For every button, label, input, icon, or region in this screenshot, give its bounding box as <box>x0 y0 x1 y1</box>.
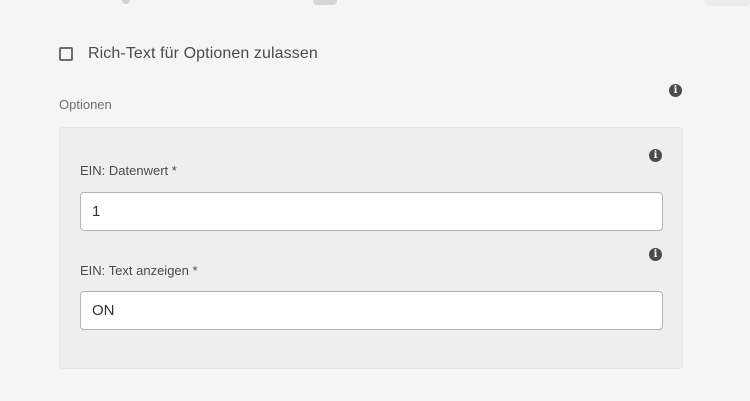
rich-text-options-checkbox[interactable] <box>59 47 73 61</box>
scrolled-off-content-fragment <box>313 0 337 5</box>
options-section-label: Optionen <box>59 97 112 112</box>
scrolled-off-content-fragment <box>705 0 750 6</box>
info-icon[interactable]: i <box>649 149 662 162</box>
rich-text-options-label: Rich-Text für Optionen zulassen <box>88 45 318 62</box>
info-icon[interactable]: i <box>649 248 662 261</box>
on-data-value-label: EIN: Datenwert * <box>80 163 177 178</box>
rich-text-options-checkbox-row[interactable]: Rich-Text für Optionen zulassen <box>59 45 318 63</box>
on-data-value-input[interactable] <box>80 192 663 231</box>
info-icon[interactable]: i <box>669 84 682 97</box>
scrolled-off-content-fragment <box>122 0 130 4</box>
on-display-text-input[interactable] <box>80 291 663 330</box>
on-display-text-label: EIN: Text anzeigen * <box>80 263 198 278</box>
